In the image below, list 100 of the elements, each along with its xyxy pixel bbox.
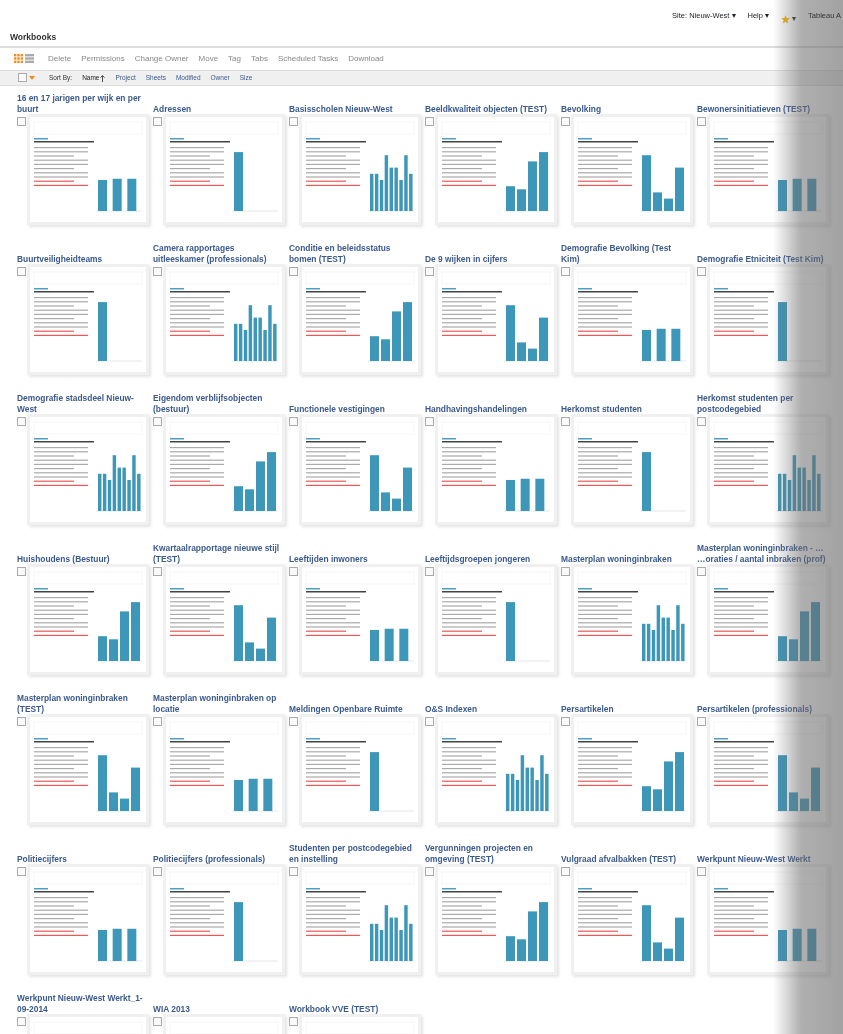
workbook-title[interactable]: Masterplan woninginbraken - … …oraties / aantal inbraken (prof) [697,538,833,565]
workbook-checkbox[interactable] [425,566,434,576]
dashboard-thumbnail[interactable] [574,566,690,672]
dashboard-thumbnail[interactable] [166,866,282,972]
dashboard-thumbnail[interactable] [438,716,554,822]
workbook-title[interactable]: Buurtveiligheidteams [17,238,153,265]
workbook-checkbox[interactable] [425,866,434,876]
dashboard-thumbnail[interactable] [438,116,554,222]
workbook-title[interactable]: Huishoudens (Bestuur) [17,538,153,565]
dashboard-thumbnail[interactable] [710,866,826,972]
dashboard-thumbnail[interactable] [438,566,554,672]
workbook-checkbox[interactable] [697,116,706,126]
dashboard-thumbnail[interactable] [30,266,146,372]
workbook-checkbox[interactable] [561,716,570,726]
workbook-checkbox[interactable] [697,266,706,276]
dashboard-thumbnail[interactable] [30,866,146,972]
workbook-checkbox[interactable] [17,116,26,126]
workbook-title[interactable]: Werkpunt Nieuw-West Werkt_1-09-2014 [17,988,153,1015]
dashboard-thumbnail[interactable] [30,716,146,822]
workbook-title[interactable]: Kwartaalrapportage nieuwe stijl (TEST) [153,538,289,565]
workbook-title[interactable]: Masterplan woninginbraken (TEST) [17,688,153,715]
workbook-title[interactable]: Persartikelen [561,688,697,715]
workbook-title[interactable]: De 9 wijken in cijfers [425,238,561,265]
workbook-checkbox[interactable] [425,416,434,426]
dashboard-thumbnail[interactable] [710,716,826,822]
workbook-checkbox[interactable] [561,266,570,276]
dashboard-thumbnail[interactable] [574,116,690,222]
dashboard-thumbnail[interactable] [574,866,690,972]
dashboard-thumbnail[interactable] [166,566,282,672]
caret-icon[interactable] [29,75,35,80]
dashboard-thumbnail[interactable] [302,116,418,222]
workbook-title[interactable]: Persartikelen (professionals) [697,688,833,715]
dashboard-thumbnail[interactable] [710,116,826,222]
dashboard-thumbnail[interactable] [30,566,146,672]
workbook-title[interactable]: Masterplan woninginbraken op locatie [153,688,289,715]
workbook-checkbox[interactable] [697,866,706,876]
dashboard-thumbnail[interactable] [574,266,690,372]
workbook-checkbox[interactable] [697,416,706,426]
workbook-checkbox[interactable] [153,116,162,126]
workbook-title[interactable]: Bevolking [561,88,697,115]
dashboard-thumbnail[interactable] [574,716,690,822]
workbook-title[interactable]: Functionele vestigingen [289,388,425,415]
workbook-title[interactable]: Demografie Bevolking (Test Kim) [561,238,697,265]
list-view-icon[interactable] [25,54,34,64]
workbook-title[interactable]: Masterplan woninginbraken [561,538,697,565]
dashboard-thumbnail[interactable] [30,116,146,222]
workbook-title[interactable]: Leeftijdsgroepen jongeren [425,538,561,565]
dashboard-thumbnail[interactable] [302,416,418,522]
dashboard-thumbnail[interactable] [438,416,554,522]
workbook-title[interactable]: Politiecijfers [17,838,153,865]
workbook-title[interactable]: Handhavingshandelingen [425,388,561,415]
workbook-title[interactable]: Studenten per postcodegebied en instelling [289,838,425,865]
workbook-title[interactable]: Eigendom verblijfsobjecten (bestuur) [153,388,289,415]
workbook-title[interactable]: Conditie en beleidsstatus bomen (TEST) [289,238,425,265]
workbook-title[interactable]: Werkpunt Nieuw-West Werkt [697,838,833,865]
workbook-checkbox[interactable] [561,116,570,126]
workbook-checkbox[interactable] [561,416,570,426]
workbook-title[interactable]: Vulgraad afvalbakken (TEST) [561,838,697,865]
workbook-title[interactable]: Leeftijden inwoners [289,538,425,565]
workbook-title[interactable]: Meldingen Openbare Ruimte [289,688,425,715]
dashboard-thumbnail[interactable] [166,266,282,372]
workbook-title[interactable]: Beeldkwaliteit objecten (TEST) [425,88,561,115]
workbook-checkbox[interactable] [17,866,26,876]
workbook-title[interactable]: Politiecijfers (professionals) [153,838,289,865]
workbook-checkbox[interactable] [289,116,298,126]
workbook-checkbox[interactable] [289,566,298,576]
workbook-title[interactable]: Vergunningen projecten en omgeving (TEST) [425,838,561,865]
dashboard-thumbnail[interactable] [710,266,826,372]
workbook-title[interactable]: Demografie stadsdeel Nieuw-West [17,388,153,415]
dashboard-thumbnail[interactable] [166,116,282,222]
dashboard-thumbnail[interactable] [302,716,418,822]
workbook-checkbox[interactable] [17,266,26,276]
workbook-checkbox[interactable] [153,1016,162,1026]
workbook-checkbox[interactable] [17,566,26,576]
workbook-checkbox[interactable] [561,866,570,876]
workbook-title[interactable]: Herkomst studenten [561,388,697,415]
workbook-checkbox[interactable] [697,566,706,576]
workbook-checkbox[interactable] [17,1016,26,1026]
workbook-title[interactable]: Bewonersinitiatieven (TEST) [697,88,833,115]
workbook-checkbox[interactable] [289,266,298,276]
workbook-checkbox[interactable] [153,866,162,876]
workbook-checkbox[interactable] [425,116,434,126]
workbook-title[interactable]: WIA 2013 [153,988,289,1015]
dashboard-thumbnail[interactable] [710,416,826,522]
dashboard-thumbnail[interactable] [574,416,690,522]
workbook-title[interactable]: Camera rapportages uitleeskamer (professionals) [153,238,289,265]
workbook-title[interactable]: Herkomst studenten per postcodegebied [697,388,833,415]
workbook-checkbox[interactable] [153,266,162,276]
workbook-title[interactable]: Demografie Etniciteit (Test Kim) [697,238,833,265]
workbook-checkbox[interactable] [153,716,162,726]
dashboard-thumbnail[interactable] [166,716,282,822]
workbook-checkbox[interactable] [425,266,434,276]
dashboard-thumbnail[interactable] [710,566,826,672]
workbook-checkbox[interactable] [17,416,26,426]
select-all-checkbox[interactable] [18,73,27,83]
workbook-checkbox[interactable] [289,716,298,726]
dashboard-thumbnail[interactable] [30,416,146,522]
workbook-checkbox[interactable] [153,566,162,576]
workbook-title[interactable]: O&S Indexen [425,688,561,715]
workbook-checkbox[interactable] [561,566,570,576]
